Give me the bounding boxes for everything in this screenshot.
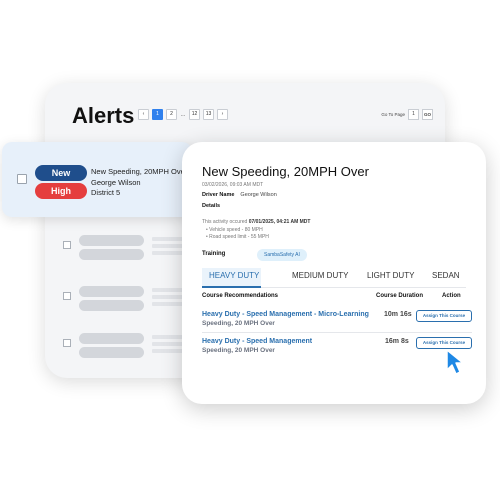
- placeholder-badge: [79, 300, 144, 311]
- pagination-prev-button[interactable]: ‹: [138, 109, 149, 120]
- alert-district: District 5: [91, 188, 121, 197]
- alert-driver: George Wilson: [91, 177, 141, 187]
- course-duration: 10m 16s: [384, 311, 412, 318]
- course-name[interactable]: Heavy Duty - Speed Management: [202, 338, 312, 345]
- alert-checkbox[interactable]: [17, 174, 27, 184]
- tab-medium-duty[interactable]: MEDIUM DUTY: [292, 271, 348, 280]
- table-row: Heavy Duty - Speed Management Speeding, …: [202, 338, 312, 354]
- row-checkbox[interactable]: [63, 241, 71, 249]
- detail-bullets: Vehicle speed - 80 MPH Road speed limit …: [206, 227, 269, 241]
- alert-summary: New Speeding, 20MPH Over George Wilson D…: [91, 167, 187, 199]
- occurred-text: This activity occured 07/01/2025, 04:21 …: [202, 219, 310, 225]
- driver-name: George Wilson: [240, 192, 277, 198]
- pagination-page-13[interactable]: 13: [203, 109, 214, 120]
- vehicle-tabs: HEAVY DUTY MEDIUM DUTY LIGHT DUTY SEDAN: [202, 268, 466, 288]
- pagination-page-1[interactable]: 1: [152, 109, 163, 120]
- column-header-duration: Course Duration: [376, 293, 424, 299]
- goto-page-button[interactable]: GO: [422, 109, 433, 120]
- pagination-page-12[interactable]: 12: [189, 109, 200, 120]
- driver-label: Driver Name: [202, 192, 235, 198]
- tab-light-duty[interactable]: LIGHT DUTY: [367, 271, 414, 280]
- list-item[interactable]: [63, 235, 200, 263]
- goto-page-label: Go To Page: [381, 112, 405, 117]
- occurred-prefix: This activity occured: [202, 219, 248, 225]
- course-duration: 16m 8s: [385, 338, 409, 345]
- column-header-course: Course Recommendations: [202, 293, 279, 299]
- tab-sedan[interactable]: SEDAN: [432, 271, 460, 280]
- driver-info: Driver Name George Wilson: [202, 192, 277, 198]
- goto-page-input[interactable]: 1: [408, 109, 419, 120]
- pagination: ‹ 1 2 ... 12 13 ›: [138, 109, 228, 120]
- row-checkbox[interactable]: [63, 339, 71, 347]
- list-item[interactable]: [63, 286, 200, 314]
- vehicle-speed: Vehicle speed - 80 MPH: [206, 227, 269, 234]
- goto-page: Go To Page 1 GO: [381, 109, 433, 120]
- course-subtitle: Speeding, 20 MPH Over: [202, 347, 275, 354]
- pagination-next-button[interactable]: ›: [217, 109, 228, 120]
- detail-date: 03/02/2026, 09:03 AM MDT: [202, 182, 264, 188]
- pointer-hand-icon: [446, 349, 464, 375]
- placeholder-badge: [79, 249, 144, 260]
- training-label: Training: [202, 251, 226, 257]
- tab-heavy-duty[interactable]: HEAVY DUTY: [209, 271, 259, 280]
- placeholder-badge: [79, 235, 144, 246]
- table-row: Heavy Duty - Speed Management - Micro-Le…: [202, 311, 369, 327]
- details-heading: Details: [202, 203, 221, 209]
- detail-title: New Speeding, 20MPH Over: [202, 164, 369, 179]
- pagination-page-2[interactable]: 2: [166, 109, 177, 120]
- course-subtitle: Speeding, 20 MPH Over: [202, 320, 275, 327]
- training-chip[interactable]: SambaSafety AI: [257, 249, 307, 261]
- column-header-action: Action: [442, 293, 461, 299]
- road-speed-limit: Road speed limit - 55 MPH: [206, 234, 269, 241]
- status-badge: New: [35, 165, 87, 181]
- placeholder-badge: [79, 347, 144, 358]
- list-item[interactable]: [63, 333, 200, 361]
- severity-badge: High: [35, 183, 87, 199]
- placeholder-badge: [79, 286, 144, 297]
- course-name[interactable]: Heavy Duty - Speed Management - Micro-Le…: [202, 311, 369, 318]
- pagination-ellipsis: ...: [180, 111, 186, 118]
- page-title: Alerts: [72, 103, 135, 128]
- alert-title: New Speeding, 20MPH Over: [91, 167, 188, 176]
- alert-detail-panel: New Speeding, 20MPH Over 03/02/2026, 09:…: [182, 142, 486, 404]
- occurred-time: 07/01/2025, 04:21 AM MDT: [248, 219, 311, 225]
- selected-alert-row[interactable]: New High New Speeding, 20MPH Over George…: [2, 142, 192, 217]
- row-checkbox[interactable]: [63, 292, 71, 300]
- assign-course-button[interactable]: Assign This Course: [416, 310, 472, 322]
- placeholder-badge: [79, 333, 144, 344]
